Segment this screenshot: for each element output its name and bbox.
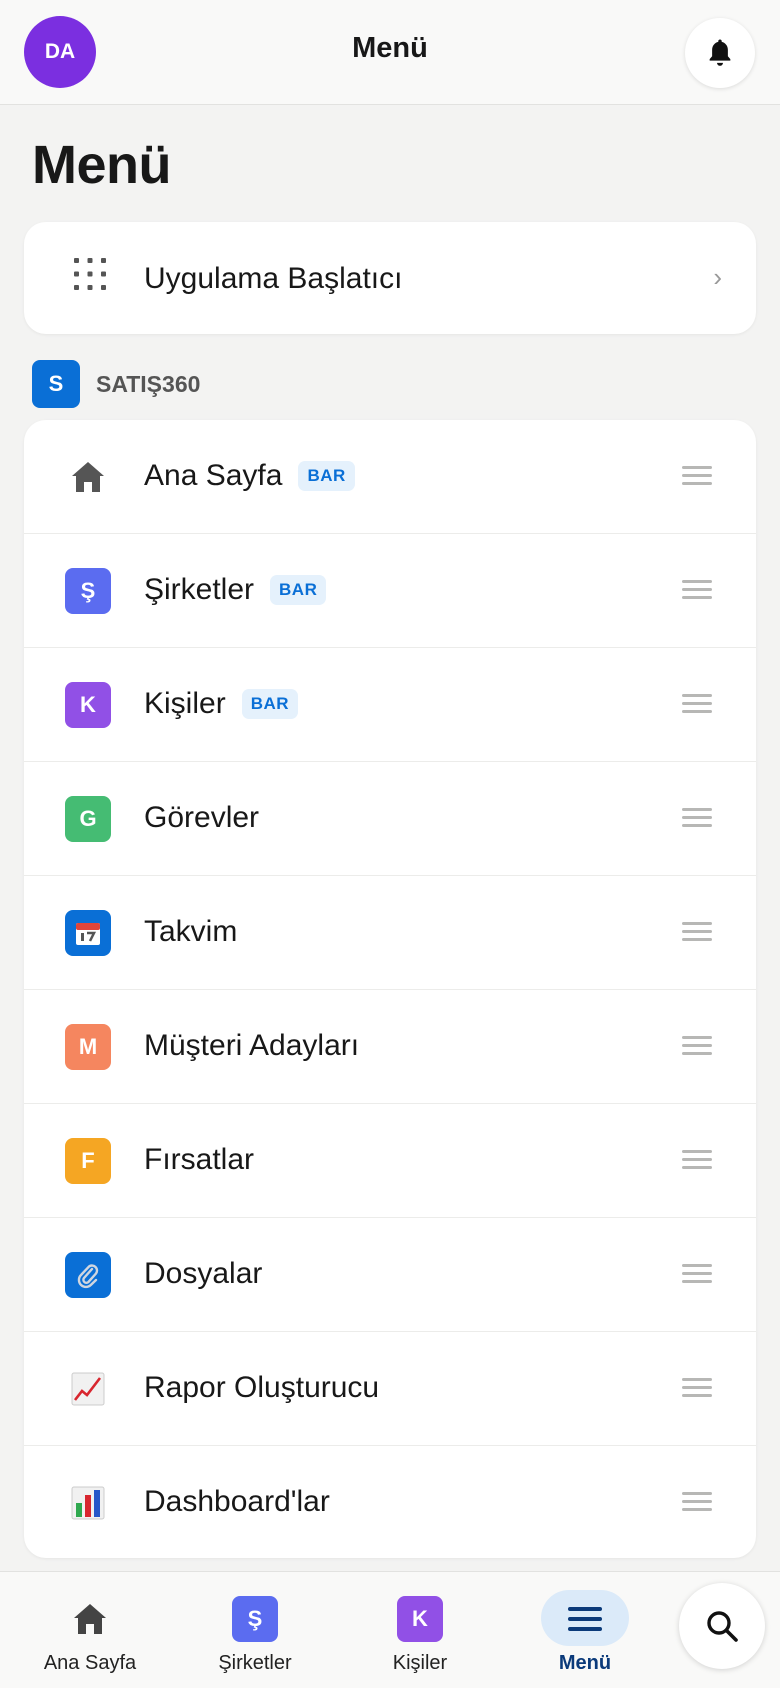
tag-badge: BAR	[241, 689, 299, 719]
menu-item-label: Takvim	[144, 915, 238, 948]
tab-label: Menü	[558, 1652, 612, 1674]
menu-item-musteri-adaylari[interactable]: M Müşteri Adayları	[24, 990, 756, 1104]
menu-item-label: Fırsatlar	[144, 1143, 255, 1176]
search-icon	[707, 1611, 738, 1642]
menu-item-firsatlar[interactable]: F Fırsatlar	[24, 1104, 756, 1218]
tab-label: Kişiler	[392, 1652, 448, 1674]
letter-icon: Ş	[232, 1596, 278, 1642]
chevron-right-icon: ›	[713, 262, 722, 292]
drag-handle-icon[interactable]	[682, 1378, 712, 1402]
section-app-badge: S	[32, 360, 80, 408]
calendar-icon	[65, 910, 111, 956]
drag-handle-icon[interactable]	[682, 808, 712, 832]
home-icon	[67, 1596, 113, 1642]
menu-item-takvim[interactable]: Takvim	[24, 876, 756, 990]
menu-item-label: Kişiler	[144, 687, 226, 720]
grid-icon	[74, 258, 106, 290]
tag-badge: BAR	[270, 575, 327, 605]
menu-item-label: Dashboard'lar	[144, 1485, 330, 1518]
drag-handle-icon[interactable]	[682, 1036, 712, 1060]
tab-label: Ana Sayfa	[43, 1652, 137, 1674]
letter-icon: K	[397, 1596, 443, 1642]
tab-sirketler[interactable]: Ş Şirketler	[180, 1572, 330, 1688]
paperclip-icon	[65, 1252, 111, 1298]
app-launcher-card[interactable]: Uygulama Başlatıcı ›	[24, 222, 756, 334]
menu-item-label: Rapor Oluşturucu	[144, 1371, 380, 1404]
menu-list: Ana Sayfa BAR Ş Şirketler BAR K Kişiler BAR…	[24, 420, 756, 1558]
top-bar: DA Menü	[0, 0, 780, 105]
section-title: SATIŞ360	[96, 371, 201, 397]
page-title: Menü	[32, 135, 172, 195]
menu-item-label: Şirketler	[144, 573, 255, 606]
avatar[interactable]: DA	[24, 16, 96, 88]
menu-item-label: Dosyalar	[144, 1257, 263, 1290]
line-chart-icon	[65, 1366, 111, 1412]
menu-item-label: Müşteri Adayları	[144, 1029, 360, 1062]
drag-handle-icon[interactable]	[682, 1492, 712, 1516]
letter-icon: G	[65, 796, 111, 842]
menu-item-ana-sayfa[interactable]: Ana Sayfa BAR	[24, 420, 756, 534]
drag-handle-icon[interactable]	[682, 466, 712, 490]
tab-kisiler[interactable]: K Kişiler	[345, 1572, 495, 1688]
tab-menu[interactable]: Menü	[510, 1572, 660, 1688]
bell-icon	[709, 39, 731, 66]
menu-item-dashboardlar[interactable]: Dashboard'lar	[24, 1446, 756, 1558]
menu-item-label: Görevler	[144, 801, 260, 834]
letter-icon: F	[65, 1138, 111, 1184]
drag-handle-icon[interactable]	[682, 1264, 712, 1288]
tab-label: Şirketler	[218, 1652, 292, 1674]
bottom-navigation: Ana Sayfa Ş Şirketler K Kişiler Menü	[0, 1571, 780, 1688]
letter-icon: Ş	[65, 568, 111, 614]
drag-handle-icon[interactable]	[682, 580, 712, 604]
drag-handle-icon[interactable]	[682, 694, 712, 718]
menu-item-kisiler[interactable]: K Kişiler BAR	[24, 648, 756, 762]
menu-item-sirketler[interactable]: Ş Şirketler BAR	[24, 534, 756, 648]
drag-handle-icon[interactable]	[682, 922, 712, 946]
tab-ana-sayfa[interactable]: Ana Sayfa	[15, 1572, 165, 1688]
bar-chart-icon	[65, 1480, 111, 1526]
letter-icon: M	[65, 1024, 111, 1070]
letter-icon: K	[65, 682, 111, 728]
menu-icon	[562, 1596, 608, 1642]
drag-handle-icon[interactable]	[682, 1150, 712, 1174]
search-button[interactable]	[679, 1583, 765, 1669]
home-icon	[65, 454, 111, 500]
menu-item-gorevler[interactable]: G Görevler	[24, 762, 756, 876]
header-title: Menü	[352, 32, 428, 64]
notifications-button[interactable]	[685, 18, 755, 88]
menu-item-label: Ana Sayfa	[144, 459, 283, 492]
menu-item-rapor-olusturucu[interactable]: Rapor Oluşturucu	[24, 1332, 756, 1446]
menu-item-dosyalar[interactable]: Dosyalar	[24, 1218, 756, 1332]
app-launcher-label: Uygulama Başlatıcı	[144, 262, 403, 295]
tag-badge: BAR	[298, 461, 355, 491]
